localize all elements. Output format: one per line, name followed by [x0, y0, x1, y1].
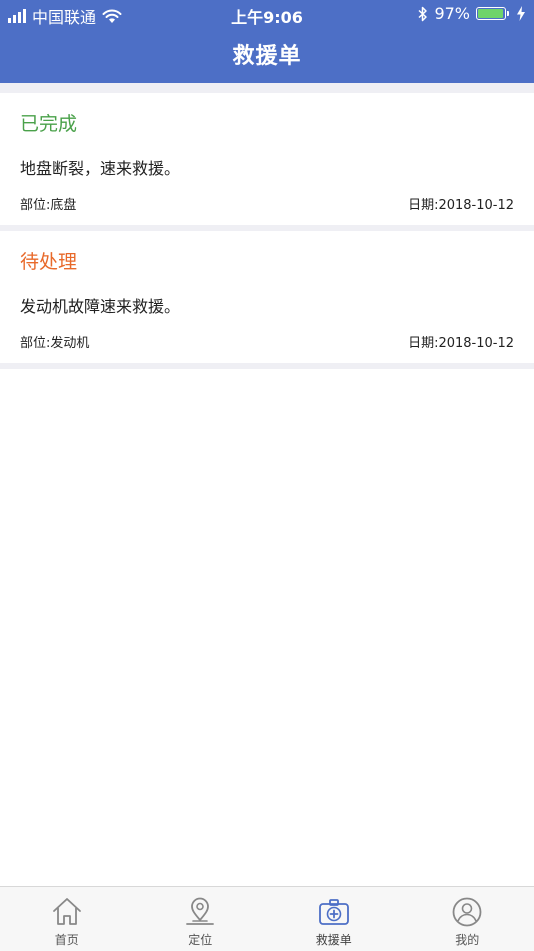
- charging-bolt-icon: [516, 6, 526, 21]
- battery-percent: 97%: [434, 4, 470, 23]
- top-bar: 中国联通 上午9:06 97% 救援单: [0, 0, 534, 83]
- user-icon: [451, 896, 483, 928]
- tab-home[interactable]: 首页: [0, 887, 134, 951]
- rescue-order-card[interactable]: 已完成 地盘断裂，速来救援。 部位:底盘 日期:2018-10-12: [0, 93, 534, 225]
- tab-bar: 首页 定位 救援单 我的: [0, 886, 534, 951]
- order-date: 日期:2018-10-12: [408, 332, 514, 351]
- order-part: 部位:底盘: [20, 194, 76, 213]
- status-right: 97%: [418, 4, 526, 23]
- battery-level: [478, 9, 503, 18]
- location-pin-icon: [184, 896, 216, 928]
- bluetooth-icon: [418, 6, 428, 22]
- status-bar: 中国联通 上午9:06 97%: [0, 0, 534, 28]
- home-icon: [51, 896, 83, 928]
- tab-label: 定位: [188, 931, 212, 948]
- order-status: 待处理: [20, 247, 77, 274]
- page-title: 救援单: [0, 38, 534, 70]
- order-part: 部位:发动机: [20, 332, 89, 351]
- tab-label: 我的: [455, 931, 479, 948]
- tab-location[interactable]: 定位: [134, 887, 268, 951]
- order-description: 地盘断裂，速来救援。: [20, 155, 180, 179]
- tab-label: 首页: [55, 931, 79, 948]
- divider: [0, 83, 534, 93]
- rescue-order-card[interactable]: 待处理 发动机故障速来救援。 部位:发动机 日期:2018-10-12: [0, 231, 534, 363]
- tab-rescue-orders[interactable]: 救援单: [267, 887, 401, 951]
- tab-label: 救援单: [316, 931, 352, 948]
- first-aid-kit-icon: [318, 896, 350, 928]
- order-meta: 部位:发动机 日期:2018-10-12: [20, 332, 514, 351]
- battery-icon: [476, 7, 506, 20]
- order-description: 发动机故障速来救援。: [20, 293, 180, 317]
- order-meta: 部位:底盘 日期:2018-10-12: [20, 194, 514, 213]
- divider: [0, 363, 534, 369]
- order-status: 已完成: [20, 109, 77, 136]
- tab-profile[interactable]: 我的: [401, 887, 534, 951]
- order-list: 已完成 地盘断裂，速来救援。 部位:底盘 日期:2018-10-12 待处理 发…: [0, 83, 534, 886]
- order-date: 日期:2018-10-12: [408, 194, 514, 213]
